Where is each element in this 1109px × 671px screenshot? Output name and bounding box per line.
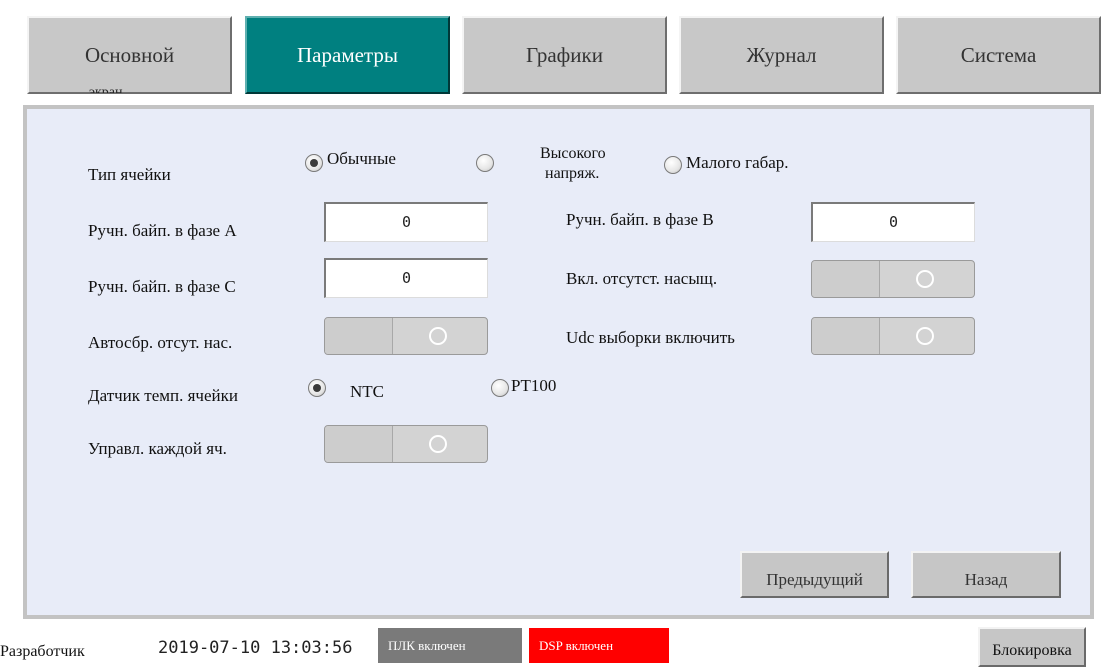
datetime-display: 2019-07-10 13:03:56 bbox=[158, 638, 353, 658]
tab-system[interactable]: Система bbox=[896, 16, 1101, 94]
udc-sampling-label: Udc выборки включить bbox=[566, 328, 735, 347]
radio-cell-high-voltage-label-line1: Высокого bbox=[540, 145, 606, 162]
temp-sensor-label: Датчик темп. ячейки bbox=[88, 386, 238, 405]
lock-button[interactable]: Блокировка bbox=[978, 627, 1086, 667]
sat-enable-toggle-knob bbox=[916, 270, 934, 288]
radio-cell-compact-label: Малого габар. bbox=[686, 153, 789, 172]
radio-cell-compact[interactable] bbox=[664, 156, 682, 174]
tab-charts-label: Графики bbox=[526, 42, 603, 67]
dsp-status-badge: DSP включен bbox=[529, 628, 669, 663]
udc-sampling-toggle-knob bbox=[916, 327, 934, 345]
per-cell-toggle-knob bbox=[429, 435, 447, 453]
back-button[interactable]: Назад bbox=[911, 551, 1061, 598]
tab-main-screen-label: Основной bbox=[84, 42, 175, 67]
radio-cell-high-voltage[interactable] bbox=[476, 154, 494, 172]
sat-enable-label: Вкл. отсутст. насыщ. bbox=[566, 269, 718, 288]
bypass-a-field[interactable]: 0 bbox=[324, 202, 488, 242]
developer-label: Разработчик bbox=[0, 643, 85, 660]
tab-parameters-label: Параметры bbox=[297, 42, 398, 67]
tab-log[interactable]: Журнал bbox=[679, 16, 884, 94]
plc-status-text: ПЛК включен bbox=[388, 637, 466, 653]
bypass-c-field[interactable]: 0 bbox=[324, 258, 488, 298]
tab-log-label: Журнал bbox=[746, 42, 817, 67]
back-button-label: Назад bbox=[964, 570, 1008, 589]
tab-main-screen[interactable]: Основной экран bbox=[27, 16, 232, 94]
dsp-status-text: DSP включен bbox=[539, 637, 614, 653]
tab-charts[interactable]: Графики bbox=[462, 16, 667, 94]
radio-temp-ntc-label: NTC bbox=[350, 382, 384, 401]
auto-reset-toggle-knob bbox=[429, 327, 447, 345]
previous-button[interactable]: Предыдущий bbox=[740, 551, 889, 598]
previous-button-label: Предыдущий bbox=[766, 570, 863, 589]
tab-parameters[interactable]: Параметры bbox=[245, 16, 450, 94]
radio-cell-high-voltage-label-line2: напряж. bbox=[545, 165, 600, 182]
tab-system-label: Система bbox=[960, 42, 1037, 67]
bypass-c-label: Ручн. байп. в фазе C bbox=[88, 277, 236, 296]
bypass-b-label: Ручн. байп. в фазе B bbox=[566, 210, 714, 229]
radio-cell-normal-label: Обычные bbox=[327, 149, 396, 168]
bypass-b-field[interactable]: 0 bbox=[811, 202, 975, 242]
radio-cell-normal[interactable] bbox=[305, 154, 323, 172]
cell-type-label: Тип ячейки bbox=[88, 165, 171, 184]
lock-button-label: Блокировка bbox=[992, 642, 1072, 659]
sat-enable-toggle[interactable] bbox=[811, 260, 975, 298]
bypass-a-label: Ручн. байп. в фазе A bbox=[88, 221, 237, 240]
udc-sampling-toggle[interactable] bbox=[811, 317, 975, 355]
radio-temp-pt100-label: PT100 bbox=[511, 376, 557, 395]
per-cell-toggle[interactable] bbox=[324, 425, 488, 463]
radio-temp-pt100[interactable] bbox=[491, 379, 509, 397]
plc-status-badge: ПЛК включен bbox=[378, 628, 522, 663]
radio-temp-ntc[interactable] bbox=[308, 379, 326, 397]
tab-main-screen-sublabel: экран bbox=[89, 86, 123, 93]
auto-reset-toggle[interactable] bbox=[324, 317, 488, 355]
per-cell-label: Управл. каждой яч. bbox=[88, 439, 227, 458]
auto-reset-label: Автосбр. отсут. нас. bbox=[88, 333, 233, 352]
